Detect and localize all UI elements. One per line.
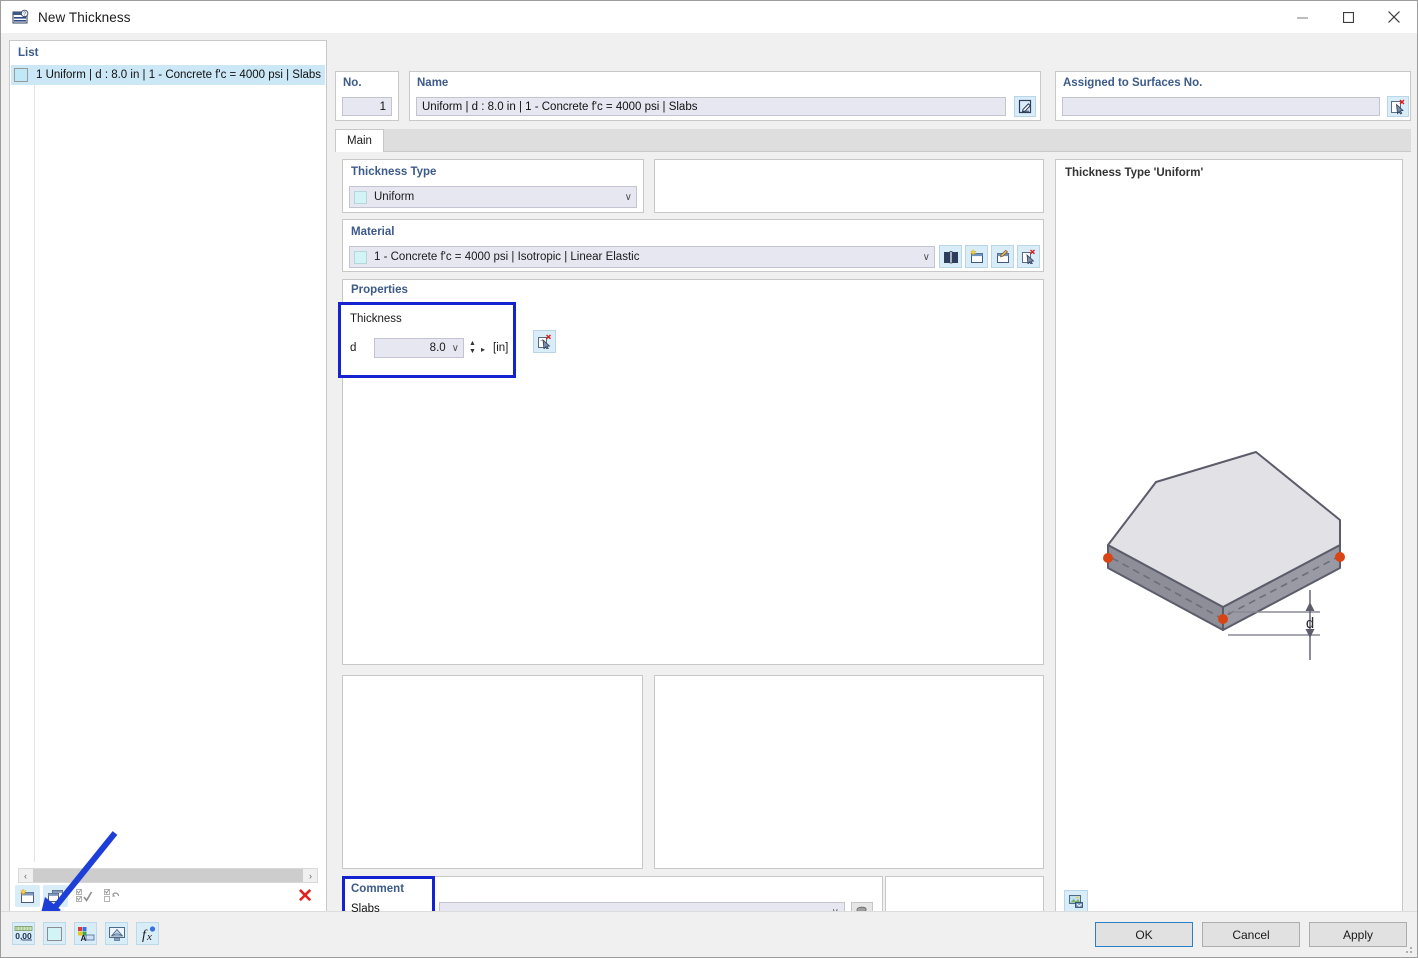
lower-right-panel (654, 675, 1044, 869)
material-select[interactable]: 1 - Concrete f'c = 4000 psi | Isotropic … (349, 246, 935, 268)
thickness-type-select[interactable]: Uniform ∨ (349, 186, 637, 208)
thickness-type-value: Uniform (374, 191, 621, 203)
slab-preview-illustration: d (1078, 430, 1378, 690)
name-label: Name (417, 77, 448, 89)
invert-selection-button[interactable] (99, 885, 124, 907)
new-thickness-button[interactable] (15, 885, 40, 907)
thickness-type-label: Thickness Type (351, 166, 436, 178)
material-toolbar (939, 245, 1040, 268)
no-label: No. (343, 77, 362, 89)
name-input[interactable]: Uniform | d : 8.0 in | 1 - Concrete f'c … (416, 97, 1006, 116)
svg-text:?: ? (23, 11, 26, 17)
function-icon[interactable]: f x (136, 922, 159, 945)
material-value: 1 - Concrete f'c = 4000 psi | Isotropic … (374, 251, 919, 263)
material-group: Material 1 - Concrete f'c = 4000 psi | I… (342, 219, 1044, 272)
quantity-stepper[interactable]: ▲ ▼ (468, 339, 477, 357)
thickness-type-group: Thickness Type Uniform ∨ (342, 159, 644, 213)
thickness-type-side-panel (654, 159, 1044, 213)
pick-thickness-icon[interactable] (533, 330, 556, 353)
ok-button[interactable]: OK (1095, 922, 1193, 947)
text-settings-icon[interactable]: A (74, 922, 97, 945)
svg-text:A: A (80, 934, 86, 942)
maximize-icon[interactable] (1325, 1, 1371, 33)
stepper-down-icon[interactable]: ▼ (469, 348, 476, 356)
list-horizontal-scrollbar[interactable]: ‹ › (18, 868, 318, 883)
preview-settings-icon[interactable] (1064, 890, 1088, 912)
status-icon-group: 0,00 A (12, 922, 159, 945)
title-bar: ? New Thickness (1, 1, 1417, 33)
window-title: New Thickness (38, 10, 131, 25)
new-thickness-dialog: ? New Thickness List 1 Uniform | d (0, 0, 1418, 958)
list-item-label: 1 Uniform | d : 8.0 in | 1 - Concrete f'… (36, 69, 321, 81)
properties-label: Properties (351, 284, 408, 296)
dimension-label-d: d (1306, 615, 1314, 632)
chevron-down-icon[interactable]: ∨ (919, 252, 930, 263)
color-swatch-icon[interactable] (43, 922, 66, 945)
select-all-button[interactable] (71, 885, 96, 907)
dialog-body: List 1 Uniform | d : 8.0 in | 1 - Concre… (1, 33, 1417, 913)
material-color-swatch (354, 251, 367, 264)
no-field-group: No. 1 (335, 71, 399, 121)
new-material-icon[interactable] (965, 245, 988, 268)
properties-group: Properties Thickness d 8.0 ∨ ▲ ▼ ▸ [in] (342, 279, 1044, 665)
scroll-thumb[interactable] (33, 869, 303, 882)
svg-text:x: x (146, 931, 152, 942)
lower-left-panel (342, 675, 643, 869)
thickness-next-icon[interactable]: ▸ (481, 345, 485, 354)
close-icon[interactable] (1371, 1, 1417, 33)
window-controls (1279, 1, 1417, 33)
name-field-group: Name Uniform | d : 8.0 in | 1 - Concrete… (409, 71, 1041, 121)
thickness-list[interactable]: 1 Uniform | d : 8.0 in | 1 - Concrete f'… (11, 65, 325, 863)
tab-main-label: Main (347, 135, 372, 147)
tab-main[interactable]: Main (335, 129, 384, 152)
thickness-symbol: d (350, 342, 356, 354)
chevron-down-icon[interactable]: ∨ (452, 343, 459, 354)
comment-value: Slabs (351, 903, 380, 915)
tab-strip: Main (335, 129, 1411, 152)
material-library-icon[interactable] (939, 245, 962, 268)
material-label: Material (351, 226, 394, 238)
dialog-button-row: OK Cancel Apply (1095, 922, 1407, 947)
name-edit-icon[interactable] (1014, 96, 1036, 117)
cancel-button[interactable]: Cancel (1202, 922, 1300, 947)
render-view-icon[interactable] (105, 922, 128, 945)
thickness-value: 8.0 (430, 342, 446, 354)
svg-text:0,00: 0,00 (15, 931, 32, 941)
thickness-unit: [in] (493, 342, 508, 354)
thickness-highlight-box: Thickness d 8.0 ∨ ▲ ▼ ▸ [in] (338, 302, 516, 378)
pick-surfaces-icon[interactable] (1387, 96, 1409, 117)
number-format-icon[interactable]: 0,00 (12, 922, 35, 945)
edit-material-icon[interactable] (991, 245, 1014, 268)
scroll-right-icon[interactable]: › (304, 871, 317, 881)
list-item[interactable]: 1 Uniform | d : 8.0 in | 1 - Concrete f'… (11, 65, 325, 85)
thickness-group-label: Thickness (350, 313, 402, 325)
list-label: List (18, 47, 38, 59)
pick-material-icon[interactable] (1017, 245, 1040, 268)
list-panel: List 1 Uniform | d : 8.0 in | 1 - Concre… (9, 40, 327, 912)
thickness-window-icon: ? (12, 9, 29, 26)
thickness-color-swatch (14, 68, 28, 82)
no-input[interactable]: 1 (342, 97, 392, 116)
list-toolbar: ✕ (15, 884, 321, 908)
assigned-input[interactable] (1062, 97, 1380, 116)
assigned-field-group: Assigned to Surfaces No. (1055, 71, 1411, 121)
assigned-label: Assigned to Surfaces No. (1063, 77, 1202, 89)
copy-thickness-button[interactable] (43, 885, 68, 907)
preview-panel: Thickness Type 'Uniform' d (1055, 159, 1403, 921)
comment-label: Comment (351, 883, 404, 895)
bottom-bar: 0,00 A (1, 911, 1417, 957)
stepper-up-icon[interactable]: ▲ (469, 340, 476, 348)
delete-thickness-button[interactable]: ✕ (297, 887, 313, 906)
preview-title: Thickness Type 'Uniform' (1065, 167, 1203, 179)
resize-grip[interactable] (1404, 945, 1414, 955)
minimize-icon[interactable] (1279, 1, 1325, 33)
apply-button[interactable]: Apply (1309, 922, 1407, 947)
thickness-input[interactable]: 8.0 ∨ (374, 338, 464, 358)
thickness-type-swatch (354, 191, 367, 204)
scroll-left-icon[interactable]: ‹ (19, 871, 32, 881)
chevron-down-icon[interactable]: ∨ (621, 192, 632, 203)
